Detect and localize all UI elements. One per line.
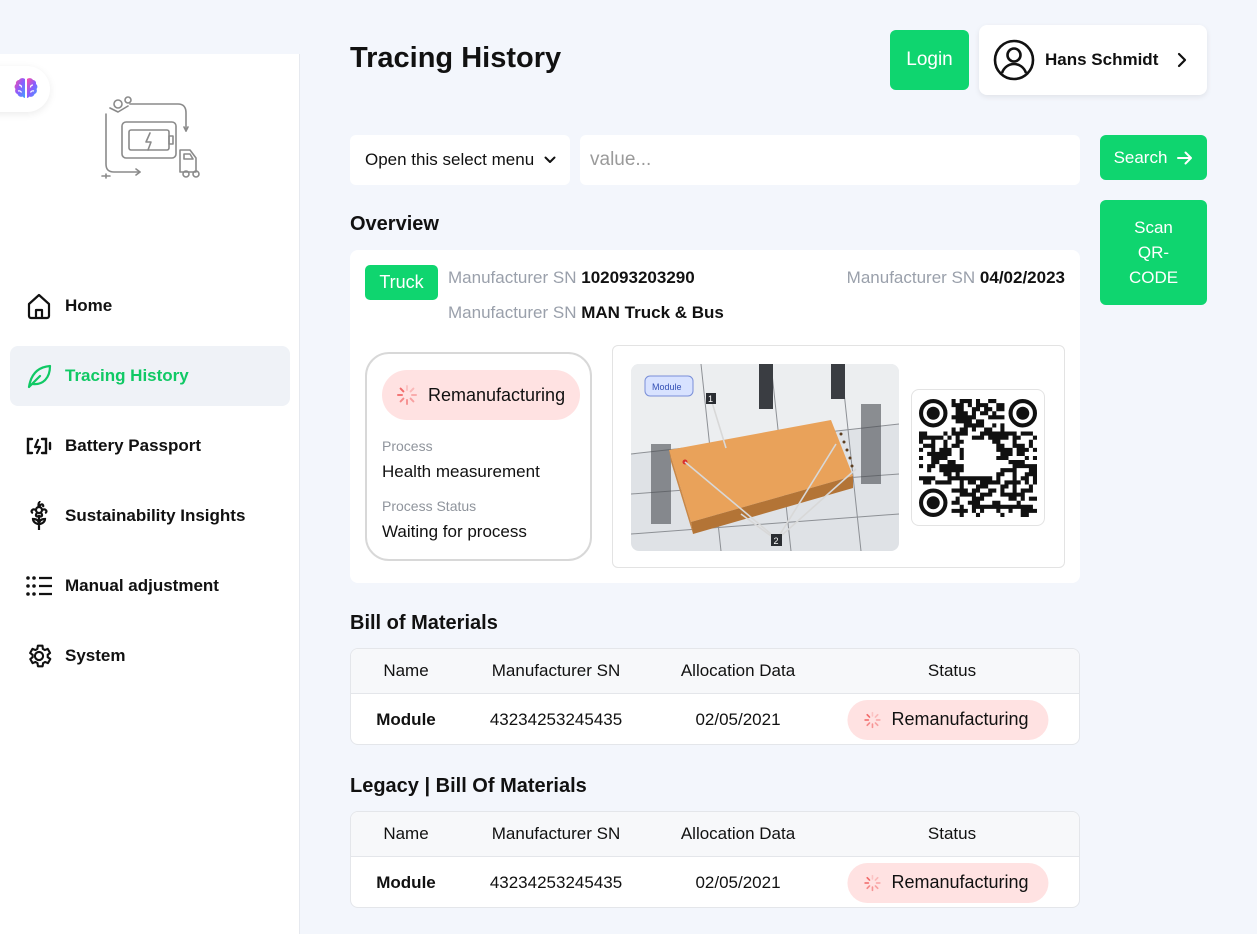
sidebar-item-sustainability-insights[interactable]: Sustainability Insights — [10, 486, 290, 546]
search-button-label: Search — [1113, 147, 1168, 167]
status-badge: Remanufacturing — [847, 699, 1049, 740]
row-date: 02/05/2021 — [695, 872, 781, 892]
select-value: Open this select menu — [365, 150, 535, 169]
scan-qr-code-button[interactable]: Scan QR-CODE — [1100, 200, 1207, 305]
battery-icon — [24, 431, 54, 461]
chevron-down-icon — [544, 156, 556, 163]
process-status-label: Process Status — [382, 498, 477, 514]
table-row[interactable]: Module 43234253245435 02/05/2021 Remanuf… — [351, 857, 1079, 907]
loading-spinner-icon — [864, 874, 881, 891]
bom-table: Name Manufacturer SN Allocation Data Sta… — [350, 648, 1080, 745]
user-menu[interactable]: Hans Schmidt — [979, 25, 1207, 95]
sidebar: Home Tracing History Battery Passport Su… — [0, 54, 300, 934]
battery-module-image: 1 2 Module — [631, 364, 899, 551]
row-sn: 43234253245435 — [489, 872, 623, 892]
search-input[interactable] — [580, 135, 1080, 185]
svg-text:1: 1 — [708, 394, 713, 404]
row-name: Module — [376, 709, 436, 729]
svg-text:Module: Module — [652, 382, 682, 392]
sidebar-item-label: System — [65, 646, 126, 665]
login-button[interactable]: Login — [890, 30, 969, 90]
svg-text:2: 2 — [774, 536, 779, 546]
flower-icon — [24, 501, 54, 531]
loading-spinner-icon — [397, 385, 417, 405]
leaf-icon — [24, 361, 54, 391]
sidebar-item-manual-adjustment[interactable]: Manual adjustment — [10, 556, 290, 616]
manufacturer-name-field: Manufacturer SN MAN Truck & Bus — [448, 303, 724, 322]
arrow-right-icon — [1177, 151, 1193, 164]
column-header-status: Status — [927, 661, 977, 680]
page-title: Tracing History — [350, 42, 562, 74]
column-header-name: Name — [383, 661, 429, 680]
qr-code-icon — [919, 398, 1037, 517]
column-header-sn: Manufacturer SN — [491, 824, 621, 843]
search-field-select[interactable]: Open this select menu — [350, 135, 570, 185]
process-label: Process — [382, 438, 433, 454]
home-icon — [24, 291, 54, 321]
module-image-panel: 1 2 Module — [612, 345, 1065, 568]
table-header: Name Manufacturer SN Allocation Data Sta… — [351, 649, 1079, 694]
status-badge: Remanufacturing — [382, 370, 581, 420]
sidebar-item-label: Sustainability Insights — [65, 506, 246, 525]
table-header: Name Manufacturer SN Allocation Data Sta… — [351, 812, 1079, 857]
column-header-name: Name — [383, 824, 429, 843]
sidebar-nav: Home Tracing History Battery Passport Su… — [10, 276, 290, 696]
vehicle-type-badge: Truck — [365, 265, 438, 300]
manufacturer-date-field: Manufacturer SN 04/02/2023 — [846, 268, 1065, 287]
list-icon — [24, 571, 54, 601]
qr-code — [911, 389, 1045, 526]
row-name: Module — [376, 872, 436, 892]
sidebar-item-label: Tracing History — [65, 366, 189, 385]
ai-assistant-button[interactable] — [0, 66, 50, 112]
column-header-sn: Manufacturer SN — [491, 661, 621, 680]
column-header-date: Allocation Data — [680, 661, 796, 680]
sidebar-item-label: Home — [65, 296, 113, 315]
sidebar-item-label: Battery Passport — [65, 436, 202, 455]
battery-lifecycle-logo-icon — [101, 96, 200, 179]
sidebar-item-system[interactable]: System — [10, 626, 290, 686]
column-header-date: Allocation Data — [680, 824, 796, 843]
overview-title: Overview — [350, 213, 439, 235]
bom-title: Bill of Materials — [350, 612, 498, 634]
status-badge: Remanufacturing — [847, 862, 1049, 903]
legacy-bom-table: Name Manufacturer SN Allocation Data Sta… — [350, 811, 1080, 908]
sidebar-item-home[interactable]: Home — [10, 276, 290, 336]
overview-card: Truck Manufacturer SN 102093203290 Manuf… — [350, 250, 1080, 583]
process-status-value: Waiting for process — [382, 522, 527, 541]
sidebar-item-label: Manual adjustment — [65, 576, 219, 595]
manufacturer-sn-field: Manufacturer SN 102093203290 — [448, 268, 695, 287]
loading-spinner-icon — [864, 711, 881, 728]
sidebar-item-battery-passport[interactable]: Battery Passport — [10, 416, 290, 476]
table-row[interactable]: Module 43234253245435 02/05/2021 Remanuf… — [351, 694, 1079, 744]
user-name: Hans Schmidt — [1045, 50, 1159, 69]
brain-icon — [14, 78, 38, 98]
sidebar-item-tracing-history[interactable]: Tracing History — [10, 346, 290, 406]
legacy-bom-title: Legacy | Bill Of Materials — [350, 775, 587, 797]
process-value: Health measurement — [382, 462, 540, 481]
chevron-right-icon — [1177, 52, 1187, 68]
gear-icon — [24, 641, 54, 671]
search-button[interactable]: Search — [1100, 135, 1207, 180]
row-sn: 43234253245435 — [489, 709, 623, 729]
column-header-status: Status — [927, 824, 977, 843]
row-date: 02/05/2021 — [695, 709, 781, 729]
process-status-card: Remanufacturing Process Health measureme… — [365, 352, 592, 561]
user-avatar-icon — [993, 39, 1035, 81]
